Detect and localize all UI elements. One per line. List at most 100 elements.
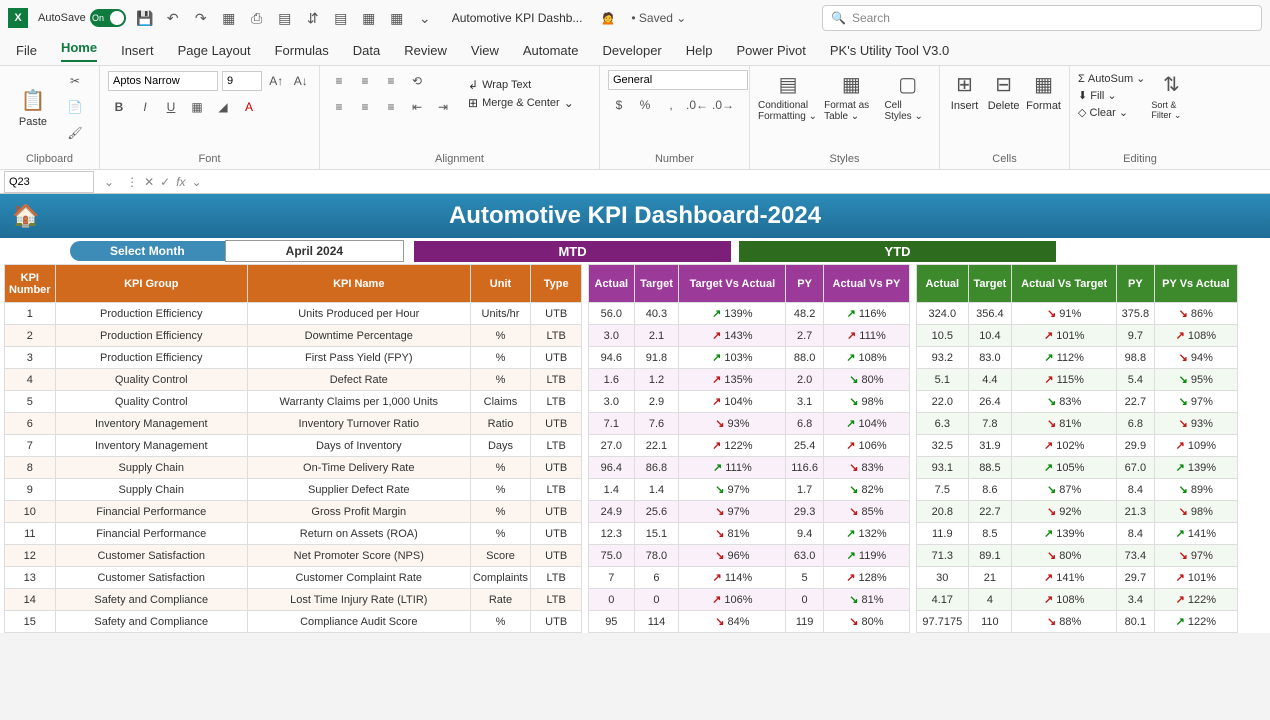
cut-icon[interactable]: ✂ — [64, 70, 86, 92]
font-name-select[interactable] — [108, 71, 218, 91]
font-color-icon[interactable]: A — [238, 96, 260, 118]
tab-insert[interactable]: Insert — [121, 43, 154, 58]
align-top-icon[interactable]: ≡ — [328, 70, 350, 92]
dec-decimal-icon[interactable]: .0→ — [712, 94, 734, 116]
table-row[interactable]: 5.14.4↗ 115%5.4↘ 95% — [917, 369, 1238, 391]
table-row[interactable]: 20.822.7↘ 92%21.3↘ 98% — [917, 501, 1238, 523]
table-row[interactable]: 12Customer SatisfactionNet Promoter Scor… — [5, 545, 582, 567]
table-row[interactable]: 2Production EfficiencyDowntime Percentag… — [5, 325, 582, 347]
redo-icon[interactable]: ↷ — [192, 9, 210, 27]
table-row[interactable]: 13Customer SatisfactionCustomer Complain… — [5, 567, 582, 589]
table-row[interactable]: 3.02.9↗ 104%3.1↘ 98% — [589, 391, 910, 413]
qat-icon[interactable]: ⇵ — [304, 9, 322, 27]
comma-icon[interactable]: , — [660, 94, 682, 116]
table-row[interactable]: 94.691.8↗ 103%88.0↗ 108% — [589, 347, 910, 369]
undo-icon[interactable]: ↶ — [164, 9, 182, 27]
align-mid-icon[interactable]: ≡ — [354, 70, 376, 92]
format-button[interactable]: ▦Format — [1026, 70, 1061, 112]
share-icon[interactable]: 🙍 — [600, 11, 615, 25]
table-row[interactable]: 11Financial PerformanceReturn on Assets … — [5, 523, 582, 545]
tab-page-layout[interactable]: Page Layout — [178, 43, 251, 58]
tab-developer[interactable]: Developer — [603, 43, 662, 58]
table-row[interactable]: 324.0356.4↘ 91%375.8↘ 86% — [917, 303, 1238, 325]
save-icon[interactable]: 💾 — [136, 9, 154, 27]
wrap-text-button[interactable]: ↲Wrap Text — [468, 78, 574, 92]
table-row[interactable]: 7Inventory ManagementDays of InventoryDa… — [5, 435, 582, 457]
month-selector[interactable]: April 2024 — [225, 240, 404, 262]
align-right-icon[interactable]: ≡ — [380, 96, 402, 118]
tab-help[interactable]: Help — [686, 43, 713, 58]
conditional-formatting-button[interactable]: ▤Conditional Formatting ⌄ — [758, 70, 818, 122]
number-format-select[interactable] — [608, 70, 748, 90]
table-row[interactable]: 93.283.0↗ 112%98.8↘ 94% — [917, 347, 1238, 369]
clear-button[interactable]: ◇ Clear ⌄ — [1078, 106, 1145, 119]
qat-icon[interactable]: ▦ — [388, 9, 406, 27]
table-row[interactable]: 10Financial PerformanceGross Profit Marg… — [5, 501, 582, 523]
format-painter-icon[interactable]: 🖌 — [64, 122, 86, 144]
table-row[interactable]: 6.37.8↘ 81%6.8↘ 93% — [917, 413, 1238, 435]
tab-formulas[interactable]: Formulas — [275, 43, 329, 58]
table-row[interactable]: 3021↗ 141%29.7↗ 101% — [917, 567, 1238, 589]
sort-filter-button[interactable]: ⇅Sort & Filter ⌄ — [1151, 70, 1191, 121]
table-row[interactable]: 4.174↗ 108%3.4↗ 122% — [917, 589, 1238, 611]
bold-button[interactable]: B — [108, 96, 130, 118]
insert-button[interactable]: ⊞Insert — [948, 70, 981, 112]
qat-icon[interactable]: ▤ — [276, 9, 294, 27]
tab-pk-s-utility-tool-v-[interactable]: PK's Utility Tool V3.0 — [830, 43, 949, 58]
saved-status[interactable]: • Saved ⌄ — [631, 11, 686, 25]
table-row[interactable]: 10.510.4↗ 101%9.7↗ 108% — [917, 325, 1238, 347]
table-row[interactable]: 1Production EfficiencyUnits Produced per… — [5, 303, 582, 325]
table-row[interactable]: 11.98.5↗ 139%8.4↗ 141% — [917, 523, 1238, 545]
table-row[interactable]: 3Production EfficiencyFirst Pass Yield (… — [5, 347, 582, 369]
autosave-toggle[interactable]: AutoSave On — [38, 9, 126, 27]
tab-automate[interactable]: Automate — [523, 43, 579, 58]
font-size-select[interactable] — [222, 71, 262, 91]
table-row[interactable]: 27.022.1↗ 122%25.4↗ 106% — [589, 435, 910, 457]
table-row[interactable]: 6Inventory ManagementInventory Turnover … — [5, 413, 582, 435]
orientation-icon[interactable]: ⟲ — [406, 70, 428, 92]
align-bot-icon[interactable]: ≡ — [380, 70, 402, 92]
underline-button[interactable]: U — [160, 96, 182, 118]
table-row[interactable]: 00↗ 106%0↘ 81% — [589, 589, 910, 611]
tab-power-pivot[interactable]: Power Pivot — [737, 43, 806, 58]
table-row[interactable]: 1.41.4↘ 97%1.7↘ 82% — [589, 479, 910, 501]
tab-file[interactable]: File — [16, 43, 37, 58]
autosum-button[interactable]: Σ AutoSum ⌄ — [1078, 72, 1145, 85]
fx-icon[interactable]: fx — [176, 175, 185, 189]
increase-font-icon[interactable]: A↑ — [266, 70, 287, 92]
inc-decimal-icon[interactable]: .0← — [686, 94, 708, 116]
qat-icon[interactable]: ▦ — [220, 9, 238, 27]
table-row[interactable]: 71.389.1↘ 80%73.4↘ 97% — [917, 545, 1238, 567]
table-row[interactable]: 7.17.6↘ 93%6.8↗ 104% — [589, 413, 910, 435]
table-row[interactable]: 8Supply ChainOn-Time Delivery Rate%UTB — [5, 457, 582, 479]
copy-icon[interactable]: 📄 — [64, 96, 86, 118]
table-row[interactable]: 9Supply ChainSupplier Defect Rate%LTB — [5, 479, 582, 501]
tab-review[interactable]: Review — [404, 43, 447, 58]
table-row[interactable]: 5Quality ControlWarranty Claims per 1,00… — [5, 391, 582, 413]
search-input[interactable]: 🔍 Search — [822, 5, 1262, 31]
cell-styles-button[interactable]: ▢Cell Styles ⌄ — [884, 70, 931, 122]
table-row[interactable]: 15Safety and ComplianceCompliance Audit … — [5, 611, 582, 633]
cancel-icon[interactable]: ✕ — [144, 175, 154, 189]
tab-home[interactable]: Home — [61, 40, 97, 62]
table-row[interactable]: 3.02.1↗ 143%2.7↗ 111% — [589, 325, 910, 347]
decrease-font-icon[interactable]: A↓ — [291, 70, 312, 92]
table-row[interactable]: 56.040.3↗ 139%48.2↗ 116% — [589, 303, 910, 325]
enter-icon[interactable]: ✓ — [160, 175, 170, 189]
qat-more-icon[interactable]: ⌄ — [416, 9, 434, 27]
table-row[interactable]: 7.58.6↘ 87%8.4↘ 89% — [917, 479, 1238, 501]
dropdown-icon[interactable]: ⌄ — [104, 175, 114, 189]
indent-dec-icon[interactable]: ⇤ — [406, 96, 428, 118]
italic-button[interactable]: I — [134, 96, 156, 118]
currency-icon[interactable]: $ — [608, 94, 630, 116]
paste-button[interactable]: 📋 Paste — [8, 86, 58, 128]
table-row[interactable]: 4Quality ControlDefect Rate%LTB — [5, 369, 582, 391]
table-row[interactable]: 24.925.6↘ 97%29.3↘ 85% — [589, 501, 910, 523]
qat-icon[interactable]: ⎙ — [248, 9, 266, 27]
table-row[interactable]: 76↗ 114%5↗ 128% — [589, 567, 910, 589]
fill-color-icon[interactable]: ◢ — [212, 96, 234, 118]
table-row[interactable]: 32.531.9↗ 102%29.9↗ 109% — [917, 435, 1238, 457]
fill-button[interactable]: ⬇ Fill ⌄ — [1078, 89, 1145, 102]
home-icon[interactable]: 🏠 — [12, 203, 39, 229]
table-row[interactable]: 14Safety and ComplianceLost Time Injury … — [5, 589, 582, 611]
